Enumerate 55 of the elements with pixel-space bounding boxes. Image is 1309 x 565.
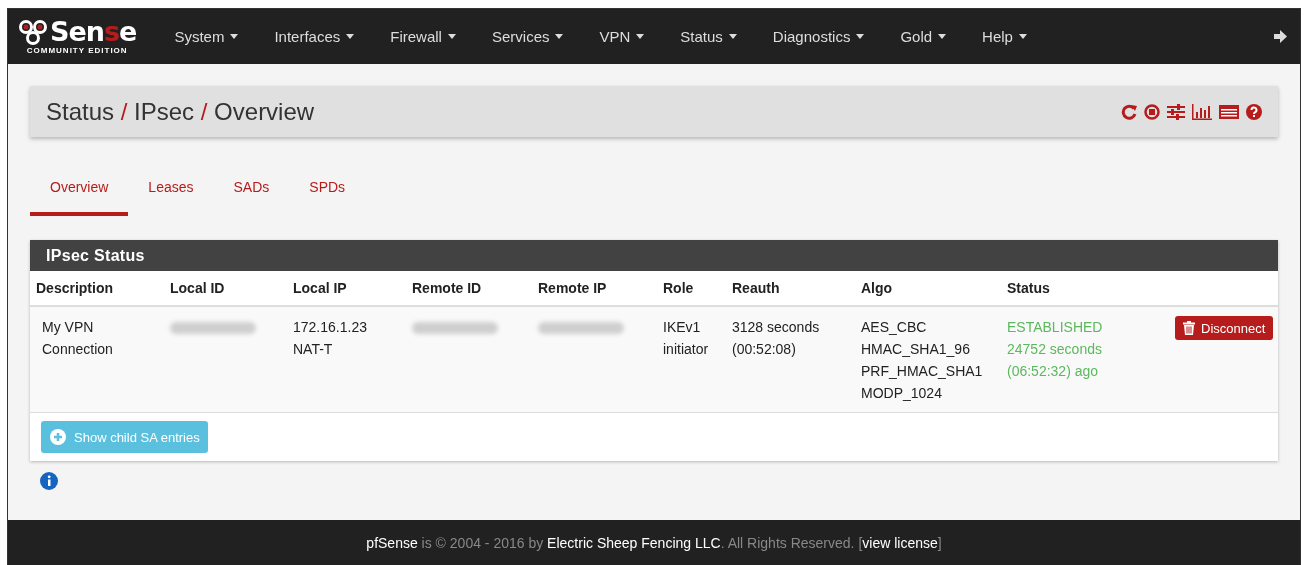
column-header: Remote IP bbox=[538, 280, 608, 296]
table-cell-text: AES_CBC HMAC_SHA1_96 PRF_HMAC_SHA1 MODP_1024 bbox=[861, 318, 984, 403]
nav-menu[interactable]: Status bbox=[680, 28, 745, 45]
logo-subtitle: COMMUNITY EDITION bbox=[26, 46, 128, 55]
caret-icon bbox=[1018, 34, 1027, 39]
stop-icon[interactable] bbox=[1144, 103, 1160, 120]
caret-icon bbox=[636, 34, 645, 39]
panel-title: IPsec Status bbox=[30, 240, 1278, 271]
nav-menu[interactable]: Services bbox=[491, 28, 572, 45]
column-header: Reauth bbox=[732, 280, 781, 296]
table-cell-text: ESTABLISHED 24752 seconds (06:52:32) ago bbox=[1007, 318, 1104, 381]
column-header: Local IP bbox=[293, 280, 348, 296]
refresh-icon[interactable] bbox=[1121, 103, 1137, 120]
sliders-icon[interactable] bbox=[1167, 103, 1185, 120]
tab[interactable]: Leases bbox=[128, 169, 214, 216]
nav-menu[interactable]: Help bbox=[982, 28, 1035, 45]
nav-menu[interactable]: System bbox=[174, 28, 247, 45]
view-license-link[interactable]: view license bbox=[862, 534, 938, 551]
table-cell-text: 3128 seconds (00:52:08) bbox=[732, 318, 821, 359]
logout-icon[interactable] bbox=[1274, 30, 1288, 43]
disconnect-button[interactable]: Disconnect bbox=[1175, 316, 1274, 340]
info-icon[interactable] bbox=[40, 472, 58, 490]
nav-menu[interactable]: Gold bbox=[900, 28, 955, 45]
column-header: Description bbox=[36, 280, 114, 296]
bar-chart-icon[interactable] bbox=[1192, 103, 1212, 120]
nav-menu[interactable]: Firewall bbox=[390, 28, 464, 45]
caret-icon bbox=[728, 34, 737, 39]
tab[interactable]: SPDs bbox=[289, 169, 366, 216]
caret-icon bbox=[938, 34, 947, 39]
nav-menu[interactable]: Interfaces bbox=[274, 28, 363, 45]
page-title: Status / IPsec / Overview bbox=[46, 97, 315, 126]
caret-icon bbox=[230, 34, 239, 39]
tab[interactable]: SADs bbox=[213, 169, 290, 216]
copyright-text: pfSense is © 2004 - 2016 by Electric Sheep Fencing LLC. All Rights Reserved. [view license] bbox=[366, 534, 942, 551]
tab[interactable]: Overview bbox=[30, 169, 129, 216]
column-header: Role bbox=[663, 280, 695, 296]
list-icon[interactable] bbox=[1219, 103, 1239, 120]
column-header: Status bbox=[1007, 280, 1051, 296]
nav-menu[interactable]: VPN bbox=[599, 28, 653, 45]
help-icon[interactable] bbox=[1246, 103, 1262, 120]
trash-icon bbox=[1183, 321, 1195, 335]
nav-menu[interactable]: Diagnostics bbox=[772, 28, 873, 45]
caret-icon bbox=[555, 34, 564, 39]
gears-logo-icon bbox=[18, 18, 50, 45]
table-cell-text: 172.16.1.23 NAT-T bbox=[293, 318, 368, 359]
logo-wordmark: Sense bbox=[50, 18, 137, 45]
caret-icon bbox=[856, 34, 865, 39]
caret-icon bbox=[447, 34, 456, 39]
plus-icon bbox=[50, 429, 66, 445]
column-header: Remote ID bbox=[412, 280, 483, 296]
column-header: Local ID bbox=[170, 280, 226, 296]
caret-icon bbox=[346, 34, 355, 39]
table-cell-text: My VPN Connection bbox=[42, 318, 114, 359]
column-header: Algo bbox=[861, 280, 894, 296]
table-cell-text: IKEv1 initiator bbox=[663, 318, 710, 359]
